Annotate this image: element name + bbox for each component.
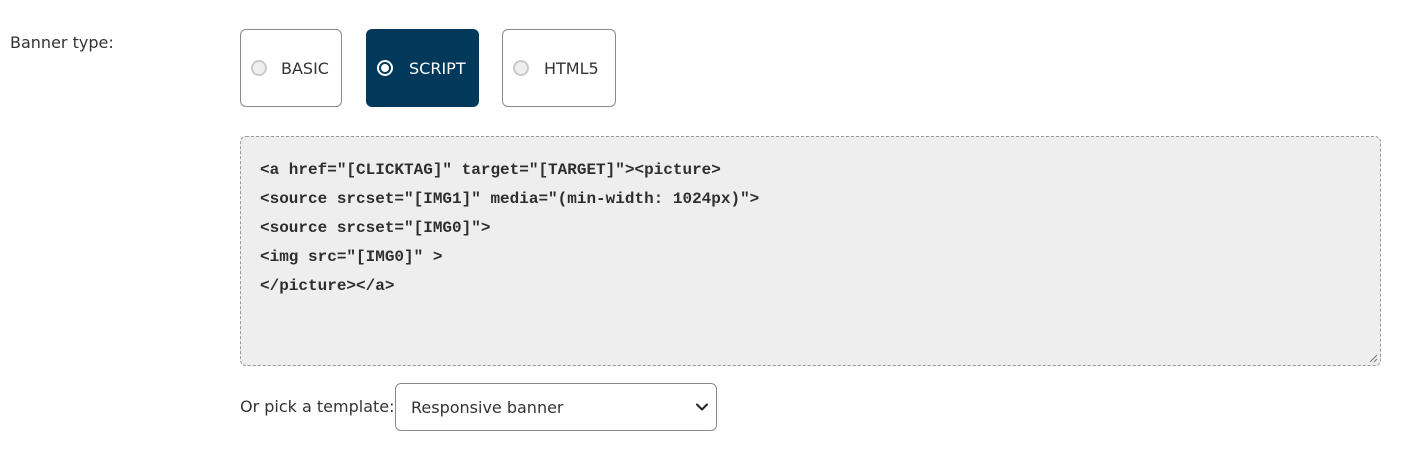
html5-option-label: HTML5 <box>544 58 599 78</box>
code-line: <img src="[IMG0]" > <box>260 248 443 266</box>
html5-radio[interactable] <box>513 60 529 76</box>
banner-type-html5-option[interactable]: HTML5 <box>502 29 616 107</box>
resize-handle-icon[interactable] <box>1369 354 1378 363</box>
script-option-label: SCRIPT <box>409 58 466 78</box>
template-picker-label: Or pick a template: <box>240 397 395 416</box>
script-radio[interactable] <box>377 60 393 76</box>
banner-type-basic-option[interactable]: BASIC <box>240 29 342 107</box>
script-code-editor[interactable]: <a href="[CLICKTAG]" target="[TARGET]"><… <box>240 136 1381 366</box>
template-select[interactable]: Responsive banner <box>395 383 717 431</box>
code-line: <source srcset="[IMG1]" media="(min-widt… <box>260 190 760 208</box>
banner-type-script-option[interactable]: SCRIPT <box>366 29 479 107</box>
basic-radio[interactable] <box>251 60 267 76</box>
code-line: <source srcset="[IMG0]"> <box>260 219 491 237</box>
template-select-value: Responsive banner <box>411 397 564 417</box>
chevron-down-icon <box>696 403 708 411</box>
banner-type-label: Banner type: <box>10 33 114 52</box>
code-line: </picture></a> <box>260 277 395 295</box>
code-line: <a href="[CLICKTAG]" target="[TARGET]"><… <box>260 161 721 179</box>
basic-option-label: BASIC <box>281 58 329 78</box>
